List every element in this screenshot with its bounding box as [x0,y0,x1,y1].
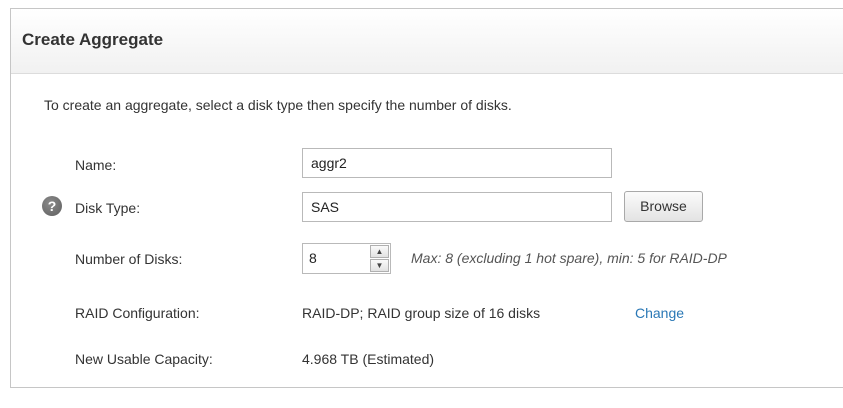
usable-capacity-value: 4.968 TB (Estimated) [302,351,435,367]
usable-capacity-label: New Usable Capacity: [75,351,213,367]
number-of-disks-stepper[interactable]: 8 ▲ ▼ [302,243,391,274]
number-of-disks-hint: Max: 8 (excluding 1 hot spare), min: 5 f… [411,250,727,266]
raid-configuration-value: RAID-DP; RAID group size of 16 disks [302,305,541,321]
disk-type-input[interactable]: SAS [302,192,612,222]
name-label: Name: [75,157,117,173]
dialog-title-bar: Create Aggregate [11,9,843,74]
number-of-disks-value[interactable]: 8 [309,244,317,273]
triangle-up-icon[interactable]: ▲ [370,245,389,258]
name-input[interactable]: aggr2 [302,148,612,178]
raid-configuration-label: RAID Configuration: [75,305,200,321]
disk-type-label: Disk Type: [75,200,141,216]
help-question-icon[interactable]: ? [42,196,62,216]
change-raid-link[interactable]: Change [635,305,684,321]
triangle-down-icon[interactable]: ▼ [370,259,389,272]
dialog-title: Create Aggregate [22,30,164,49]
number-of-disks-label: Number of Disks: [75,251,183,267]
intro-text: To create an aggregate, select a disk ty… [44,97,512,113]
browse-button[interactable]: Browse [624,191,703,222]
